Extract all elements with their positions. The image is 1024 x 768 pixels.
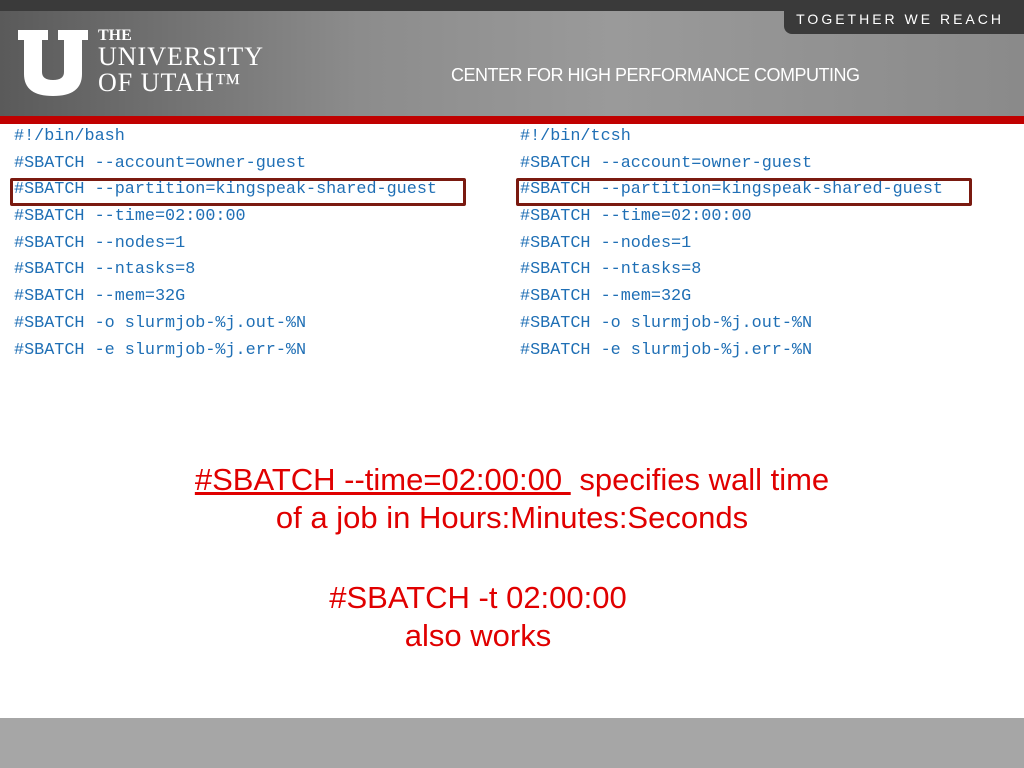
code-line: #SBATCH --ntasks=8 — [14, 260, 196, 280]
red-divider — [0, 116, 1024, 124]
short-form-line2: also works — [404, 618, 552, 653]
code-line: #SBATCH -e slurmjob-%j.err-%N — [520, 340, 813, 360]
code-line: #SBATCH --time=02:00:00 — [14, 207, 246, 227]
short-form-note: #SBATCH -t 02:00:00 also works — [278, 580, 678, 654]
tagline: TOGETHER WE REACH — [796, 11, 1004, 27]
bash-script: #!/bin/bash #SBATCH --account=owner-gues… — [14, 124, 437, 364]
slide-header: TOGETHER WE REACH THE UNIVERSITY OF UTAH… — [0, 0, 1024, 116]
code-line: #SBATCH --ntasks=8 — [520, 260, 702, 280]
logo-university: UNIVERSITY — [98, 42, 264, 71]
partition-highlight-box — [10, 178, 466, 206]
code-line: #SBATCH --mem=32G — [520, 287, 692, 307]
partition-highlight-box — [516, 178, 972, 206]
university-u-logo — [18, 30, 88, 96]
university-logo-text: THE UNIVERSITY OF UTAH™ — [98, 28, 264, 96]
code-line: #SBATCH -e slurmjob-%j.err-%N — [14, 340, 307, 360]
code-line: #SBATCH -o slurmjob-%j.out-%N — [520, 313, 813, 333]
time-directive: #SBATCH --time=02:00:00 — [194, 462, 571, 497]
code-line: #SBATCH -o slurmjob-%j.out-%N — [14, 313, 307, 333]
code-line: #SBATCH --nodes=1 — [14, 233, 186, 253]
time-note: #SBATCH --time=02:00:00 specifies wall t… — [100, 462, 924, 536]
tcsh-script: #!/bin/tcsh #SBATCH --account=owner-gues… — [520, 124, 943, 364]
code-line: #SBATCH --nodes=1 — [520, 233, 692, 253]
code-line: #SBATCH --time=02:00:00 — [520, 207, 752, 227]
code-line: #SBATCH --mem=32G — [14, 287, 186, 307]
slide-footer — [0, 718, 1024, 768]
code-line: #!/bin/bash — [14, 127, 125, 146]
code-line: #!/bin/tcsh — [520, 127, 631, 146]
tagline-box: TOGETHER WE REACH — [784, 0, 1024, 34]
center-title: CENTER FOR HIGH PERFORMANCE COMPUTING — [451, 65, 860, 85]
code-line: #SBATCH --account=owner-guest — [520, 153, 813, 173]
time-note-rest: specifies wall time — [570, 462, 830, 497]
code-line: #SBATCH --account=owner-guest — [14, 153, 307, 173]
logo-of-utah: OF UTAH™ — [98, 68, 242, 97]
time-note-line2: of a job in Hours:Minutes:Seconds — [275, 500, 749, 535]
short-form-line1: #SBATCH -t 02:00:00 — [329, 580, 627, 615]
